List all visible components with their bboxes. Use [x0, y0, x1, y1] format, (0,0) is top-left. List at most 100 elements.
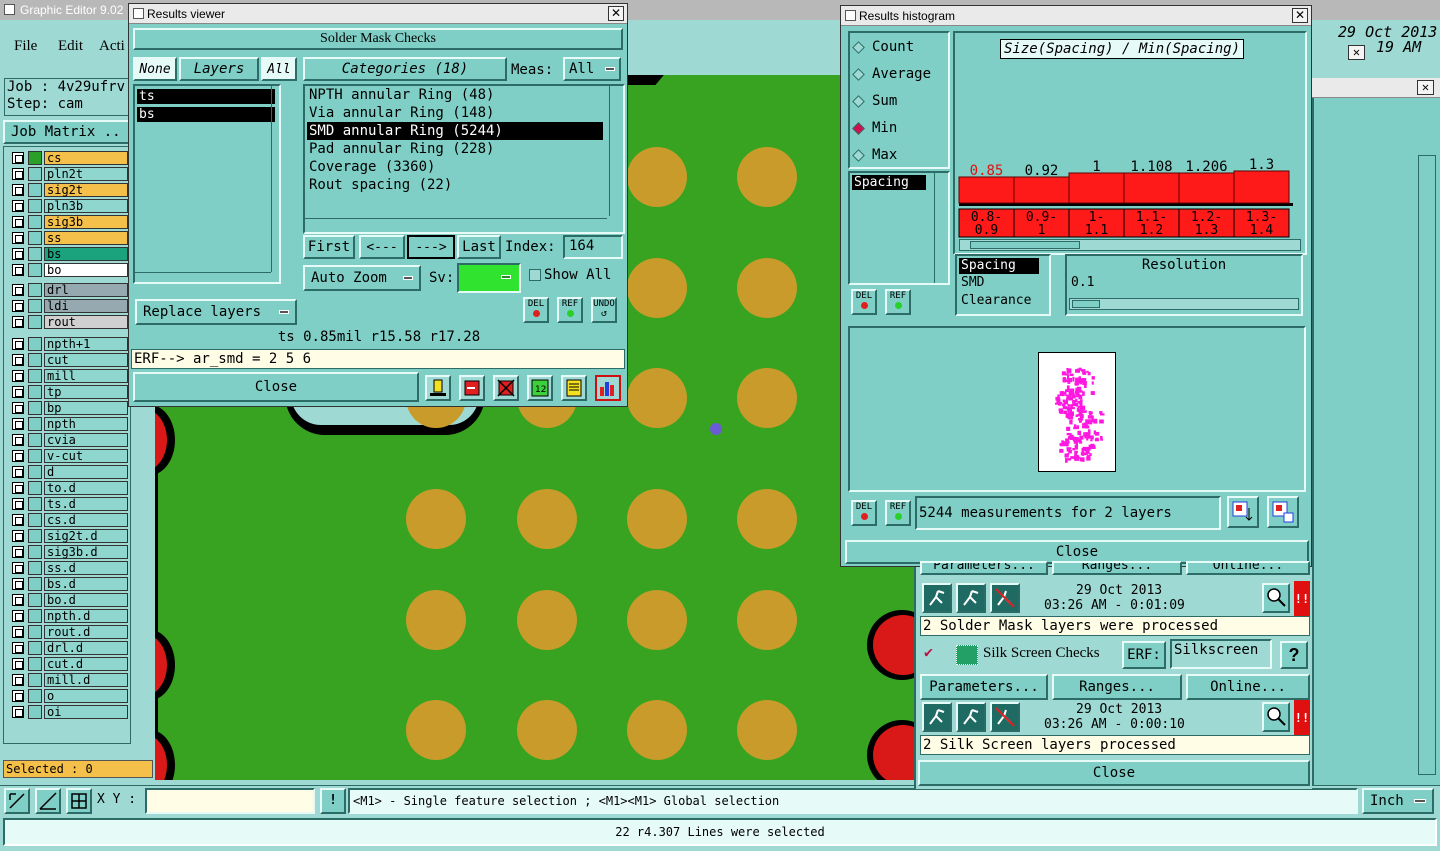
grid-icon[interactable] — [66, 788, 92, 814]
meas-type-clearance[interactable]: Clearance — [957, 292, 1049, 310]
layer-row[interactable]: drl — [10, 283, 128, 297]
layer-name[interactable]: drl.d — [44, 641, 128, 655]
categories-button[interactable]: Categories (18) — [303, 57, 507, 81]
layer-checkbox[interactable] — [12, 284, 24, 296]
hist-ref-button[interactable]: REF — [885, 289, 911, 315]
board-preview[interactable] — [1038, 352, 1116, 472]
run-icon[interactable] — [922, 583, 952, 613]
layer-name[interactable]: pln2t — [44, 167, 128, 181]
aux-scrollbar[interactable] — [1418, 155, 1436, 775]
histogram-bar[interactable] — [1178, 172, 1235, 204]
menu-action[interactable]: Acti — [99, 38, 125, 55]
layer-checkbox[interactable] — [12, 316, 24, 328]
layer-row[interactable]: bo — [10, 263, 128, 277]
layer-row[interactable]: bs — [10, 247, 128, 261]
layer-checkbox[interactable] — [12, 594, 24, 606]
histogram-bar[interactable] — [1233, 170, 1290, 204]
measure-list-scrollbar[interactable] — [934, 173, 948, 283]
ref-button[interactable]: REF — [557, 297, 583, 323]
layer-checkbox[interactable] — [12, 264, 24, 276]
layer-row[interactable]: npth+1 — [10, 337, 128, 351]
layer-row[interactable]: pln2t — [10, 167, 128, 181]
measure-list[interactable]: Spacing — [848, 171, 950, 285]
red-box-icon[interactable] — [459, 375, 485, 401]
silk-check-enable[interactable]: ✔ — [924, 643, 933, 661]
index-input[interactable]: 164 — [563, 235, 623, 259]
prev-button[interactable]: <--- — [359, 235, 405, 259]
first-button[interactable]: First — [303, 235, 355, 259]
layer-checkbox[interactable] — [12, 690, 24, 702]
aux-window-close-1[interactable]: ✕ — [1348, 45, 1365, 60]
layer-checkbox[interactable] — [12, 658, 24, 670]
histogram-bar[interactable] — [958, 176, 1015, 204]
layer-name[interactable]: rout.d — [44, 625, 128, 639]
layer-row[interactable]: bp — [10, 401, 128, 415]
hist-del-button-2[interactable]: DEL — [851, 500, 877, 526]
categories-hscroll[interactable] — [305, 218, 607, 230]
layer-row[interactable]: mill.d — [10, 673, 128, 687]
layer-name[interactable]: sig3b.d — [44, 545, 128, 559]
pad[interactable] — [737, 147, 797, 207]
category-item[interactable]: Coverage (3360) — [307, 158, 603, 176]
layer-checkbox[interactable] — [12, 530, 24, 542]
online-button-top[interactable]: Online... — [1186, 561, 1310, 575]
histogram-bar[interactable] — [1068, 172, 1125, 204]
zoom-fit-icon[interactable] — [4, 788, 30, 814]
none-button[interactable]: None — [133, 57, 177, 81]
layer-name[interactable]: oi — [44, 705, 128, 719]
layer-name[interactable]: sig3b — [44, 215, 128, 229]
layer-name[interactable]: tp — [44, 385, 128, 399]
online-button[interactable]: Online... — [1186, 674, 1310, 700]
layer-checkbox[interactable] — [12, 338, 24, 350]
layer-checkbox[interactable] — [12, 466, 24, 478]
sv-color-select[interactable] — [457, 263, 521, 293]
aux-window-close-2[interactable]: ✕ — [1417, 80, 1434, 95]
ranges-button-top[interactable]: Ranges... — [1052, 561, 1182, 575]
layer-checkbox[interactable] — [12, 578, 24, 590]
chart-hscroll-thumb[interactable] — [970, 241, 1080, 249]
layer-row[interactable]: tp — [10, 385, 128, 399]
layer-checkbox[interactable] — [12, 546, 24, 558]
layer-checkbox[interactable] — [12, 434, 24, 446]
layer-name[interactable]: cut — [44, 353, 128, 367]
layer-checkbox[interactable] — [12, 168, 24, 180]
layer-name[interactable]: ss — [44, 231, 128, 245]
run-all-icon[interactable] — [956, 583, 986, 613]
layer-checkbox[interactable] — [12, 706, 24, 718]
layer-checkbox[interactable] — [12, 402, 24, 414]
layer-row[interactable]: oi — [10, 705, 128, 719]
hist-ref-button-2[interactable]: REF — [885, 500, 911, 526]
pad[interactable] — [627, 147, 687, 207]
layer-checkbox[interactable] — [12, 562, 24, 574]
category-item[interactable]: NPTH annular Ring (48) — [307, 86, 603, 104]
layer-row[interactable]: sig2t — [10, 183, 128, 197]
stop-run-icon[interactable] — [990, 583, 1020, 613]
layer-name[interactable]: sig2t.d — [44, 529, 128, 543]
pad[interactable] — [737, 368, 797, 428]
next-button[interactable]: ---> — [407, 235, 455, 259]
layer-checkbox[interactable] — [12, 674, 24, 686]
run-all-icon[interactable] — [956, 702, 986, 732]
xy-input[interactable] — [145, 788, 315, 814]
meas-type-spacing[interactable]: Spacing — [959, 258, 1039, 274]
layer-name[interactable]: npth+1 — [44, 337, 128, 351]
resolution-slider[interactable] — [1069, 298, 1299, 310]
layer-row[interactable]: ldi — [10, 299, 128, 313]
hist-del-button[interactable]: DEL — [851, 289, 877, 315]
radio-icon[interactable] — [852, 149, 865, 162]
layer-row[interactable]: sig3b.d — [10, 545, 128, 559]
layer-row[interactable]: sig2t.d — [10, 529, 128, 543]
meas-select[interactable]: All — [563, 57, 621, 81]
layer-row[interactable]: to.d — [10, 481, 128, 495]
layer-name[interactable]: ldi — [44, 299, 128, 313]
layer-row[interactable]: bo.d — [10, 593, 128, 607]
layer-results-list[interactable]: ts bs — [133, 84, 281, 284]
layer-row[interactable]: mill — [10, 369, 128, 383]
layer-checkbox[interactable] — [12, 514, 24, 526]
layer-row[interactable]: pln3b — [10, 199, 128, 213]
layer-row[interactable]: sig3b — [10, 215, 128, 229]
layer-list-scrollbar[interactable] — [271, 86, 281, 272]
layer-name[interactable]: cvia — [44, 433, 128, 447]
pad[interactable] — [737, 700, 797, 760]
layer-row[interactable]: npth — [10, 417, 128, 431]
